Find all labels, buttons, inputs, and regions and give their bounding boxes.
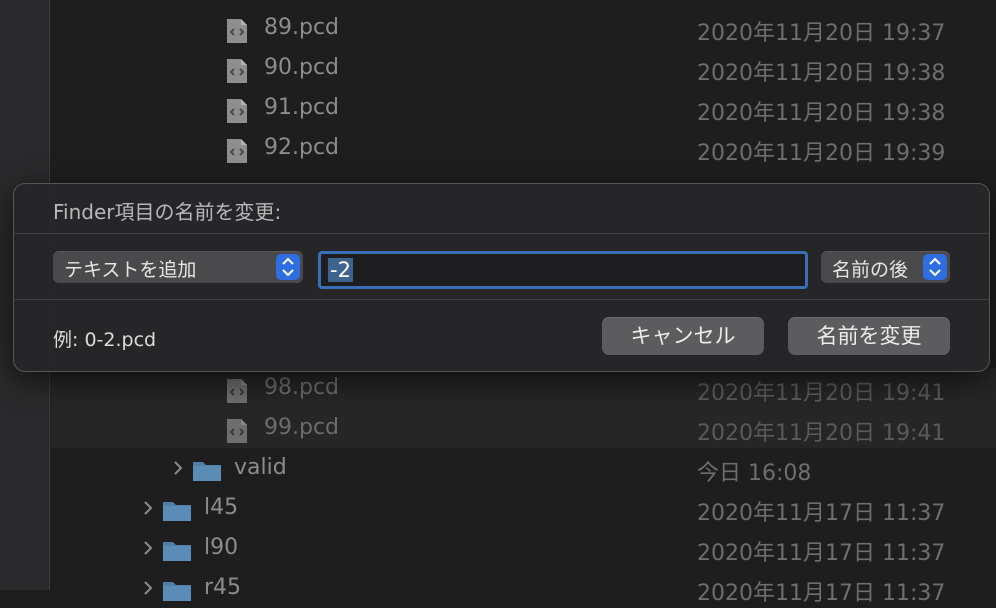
folder-icon [163,582,191,601]
file-name: 98.pcd [264,375,340,400]
document-icon [227,379,247,403]
folder-date: 2020年11月17日 11:37 [697,541,946,566]
folder-icon [163,502,191,521]
file-date: 2020年11月20日 19:41 [697,381,946,406]
file-date: 2020年11月20日 19:39 [697,141,946,166]
folder-date: 2020年11月17日 11:37 [697,581,946,606]
chevron-updown-icon [929,257,941,277]
list-item[interactable]: 89.pcd 2020年11月20日 19:37 [50,8,996,48]
file-name: 99.pcd [264,415,340,440]
cancel-button[interactable]: キャンセル [602,317,764,355]
folder-date: 今日 16:08 [697,461,812,486]
file-date: 2020年11月20日 19:38 [697,61,946,86]
document-icon [227,419,247,443]
folder-date: 2020年11月17日 11:37 [697,501,946,526]
rename-dialog: Finder項目の名前を変更: テキストを追加 -2 名前の後 例: 0-2.p… [13,183,990,372]
chevron-right-icon[interactable] [141,578,155,598]
folder-name: l90 [204,535,239,560]
text-input-value: -2 [328,258,353,282]
divider [14,233,989,234]
mode-popup[interactable]: テキストを追加 [53,251,303,283]
rename-button[interactable]: 名前を変更 [788,317,950,355]
folder-icon [163,542,191,561]
example-text: 例: 0-2.pcd [53,329,157,351]
popup-stepper[interactable] [923,254,947,280]
dialog-title: Finder項目の名前を変更: [53,200,282,224]
folder-row[interactable]: l90 2020年11月17日 11:37 [50,528,996,568]
document-icon [227,139,247,163]
chevron-updown-icon [282,257,294,277]
file-date: 2020年11月20日 19:38 [697,101,946,126]
file-name: 91.pcd [264,95,340,120]
folder-row[interactable]: r45 2020年11月17日 11:37 [50,568,996,608]
chevron-right-icon[interactable] [141,538,155,558]
list-item[interactable]: 92.pcd 2020年11月20日 19:39 [50,128,996,168]
document-icon [227,59,247,83]
position-label: 名前の後 [832,259,909,281]
list-item[interactable]: 99.pcd 2020年11月20日 19:41 [50,408,996,448]
folder-row[interactable]: l45 2020年11月17日 11:37 [50,488,996,528]
file-name: 90.pcd [264,55,340,80]
folder-name: r45 [204,575,242,600]
text-input[interactable]: -2 [318,251,808,289]
file-date: 2020年11月20日 19:37 [697,21,946,46]
document-icon [227,99,247,123]
popup-stepper[interactable] [276,254,300,280]
mode-label: テキストを追加 [64,259,197,281]
file-name: 89.pcd [264,15,340,40]
folder-name: l45 [204,495,239,520]
folder-name: valid [234,455,287,480]
chevron-right-icon[interactable] [141,498,155,518]
file-name: 92.pcd [264,135,340,160]
folder-row[interactable]: valid 今日 16:08 [50,448,996,488]
document-icon [227,19,247,43]
list-item[interactable]: 91.pcd 2020年11月20日 19:38 [50,88,996,128]
file-date: 2020年11月20日 19:41 [697,421,946,446]
list-item[interactable]: 90.pcd 2020年11月20日 19:38 [50,48,996,88]
list-item[interactable]: 98.pcd 2020年11月20日 19:41 [50,368,996,408]
divider [14,299,989,300]
chevron-right-icon[interactable] [171,458,185,478]
folder-icon [193,462,221,481]
position-popup[interactable]: 名前の後 [821,251,950,283]
